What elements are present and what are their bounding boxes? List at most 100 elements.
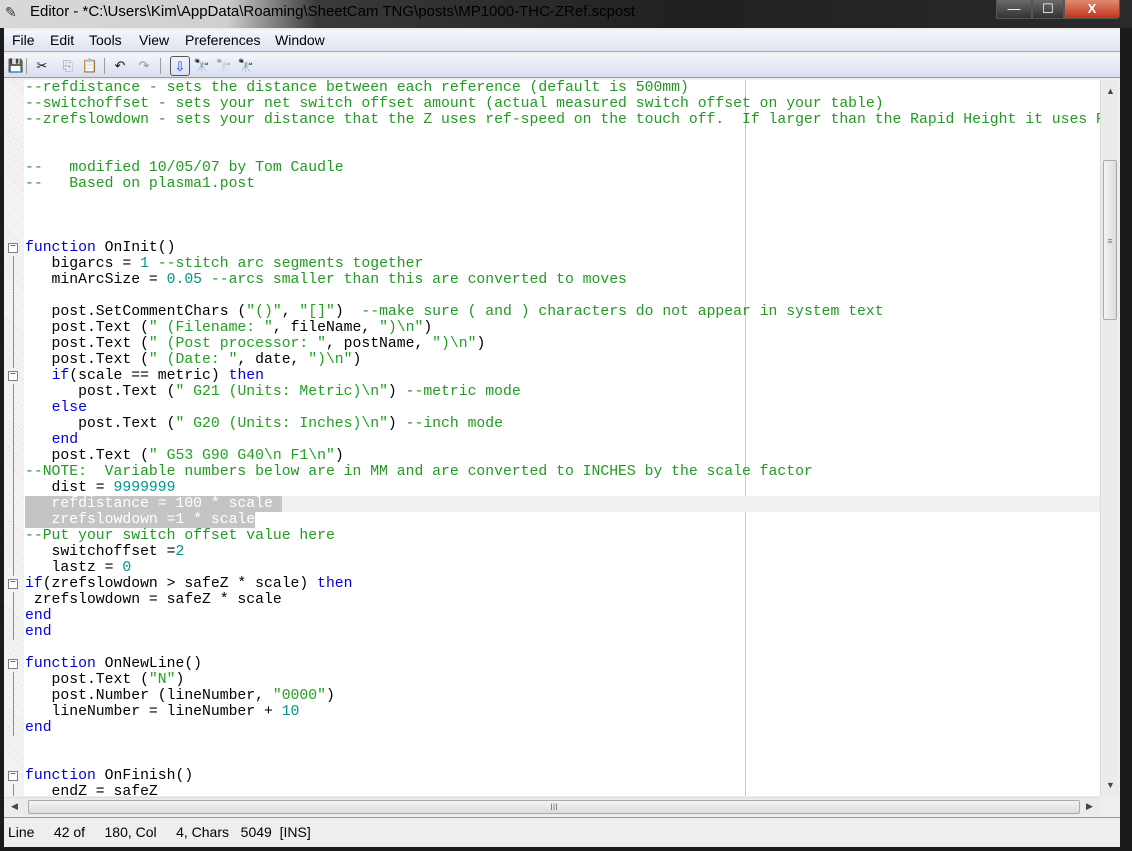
code-line[interactable]: end	[13, 608, 1100, 624]
code-line[interactable]: --refdistance - sets the distance betwee…	[25, 80, 1100, 96]
code-line[interactable]	[13, 288, 1100, 304]
code-lines: --refdistance - sets the distance betwee…	[8, 80, 1100, 796]
code-line[interactable]: lastz = 0	[13, 560, 1100, 576]
menu-tools[interactable]: Tools	[89, 32, 122, 48]
close-button[interactable]: X	[1064, 0, 1120, 19]
title-bar: ✎ Editor - *C:\Users\Kim\AppData\Roaming…	[0, 0, 1132, 28]
code-line[interactable]: minArcSize = 0.05 --arcs smaller than th…	[13, 272, 1100, 288]
menu-file[interactable]: File	[12, 32, 35, 48]
code-line[interactable]: post.SetCommentChars ("()", "[]") --make…	[13, 304, 1100, 320]
code-line[interactable]: − if(zrefslowdown > safeZ * scale) then	[8, 576, 1100, 592]
code-line[interactable]: end	[13, 624, 1100, 640]
find-next-icon[interactable]: 🔭	[214, 56, 234, 76]
code-token: )	[387, 384, 406, 400]
vertical-scrollbar[interactable]: ▲ ≡ ▼	[1100, 80, 1118, 796]
redo-icon[interactable]: ↷	[134, 56, 154, 76]
code-line[interactable]: post.Text (" G21 (Units: Metric)\n") --m…	[13, 384, 1100, 400]
code-line[interactable]: else	[13, 400, 1100, 416]
code-line[interactable]: dist = 9999999	[13, 480, 1100, 496]
code-line[interactable]: post.Text (" G20 (Units: Inches)\n") --i…	[13, 416, 1100, 432]
scroll-up-icon[interactable]: ▲	[1106, 86, 1115, 96]
code-line[interactable]	[25, 752, 1100, 768]
copy-icon[interactable]: ⎘	[58, 56, 78, 76]
code-line[interactable]	[25, 128, 1100, 144]
code-line[interactable]: refdistance = 100 * scale	[13, 496, 1100, 512]
find-icon[interactable]: 🔭	[192, 56, 212, 76]
code-line[interactable]: --zrefslowdown - sets your distance that…	[25, 112, 1100, 128]
code-line[interactable]: post.Text (" (Post processor: ", postNam…	[13, 336, 1100, 352]
code-token: post.Text (	[25, 336, 149, 352]
code-token: post.Text (	[25, 416, 176, 432]
find-down-icon[interactable]: ⇩	[170, 56, 190, 76]
code-line[interactable]: endZ = safeZ	[13, 784, 1100, 796]
vertical-scroll-thumb[interactable]: ≡	[1103, 160, 1117, 320]
code-line[interactable]: -- modified 10/05/07 by Tom Caudle	[25, 160, 1100, 176]
undo-icon[interactable]: ↶	[110, 56, 130, 76]
fold-toggle-icon[interactable]: −	[8, 579, 18, 589]
fold-line	[13, 432, 14, 448]
code-line[interactable]	[25, 144, 1100, 160]
save-icon[interactable]: 💾	[6, 56, 26, 76]
code-line[interactable]: post.Text (" G53 G90 G40\n F1\n")	[13, 448, 1100, 464]
number-token: 0.05	[166, 272, 203, 288]
code-line[interactable]: --Put your switch offset value here	[13, 528, 1100, 544]
fold-line	[13, 464, 14, 480]
code-line[interactable]: post.Number (lineNumber, "0000")	[13, 688, 1100, 704]
code-line[interactable]: --switchoffset - sets your net switch of…	[25, 96, 1100, 112]
comment-token: --inch mode	[405, 416, 503, 432]
horizontal-scrollbar[interactable]: ◀ III ▶	[4, 797, 1100, 815]
menu-view[interactable]: View	[139, 32, 169, 48]
string-token: " G20 (Units: Inches)\n"	[175, 416, 388, 432]
code-line[interactable]: end	[13, 432, 1100, 448]
menu-edit[interactable]: Edit	[50, 32, 74, 48]
code-token: zrefslowdown = safeZ * scale	[25, 592, 282, 608]
menu-window[interactable]: Window	[275, 32, 325, 48]
comment-token: -- Based on plasma1.post	[25, 176, 256, 192]
code-token: (scale == metric)	[69, 368, 229, 384]
minimize-button[interactable]: —	[996, 0, 1032, 19]
number-token: 1	[140, 256, 149, 272]
code-line[interactable]	[25, 208, 1100, 224]
code-line[interactable]	[25, 192, 1100, 208]
code-token: )	[334, 448, 344, 464]
code-line[interactable]: − if(scale == metric) then	[8, 368, 1100, 384]
fold-toggle-icon[interactable]: −	[8, 771, 18, 781]
fold-line	[13, 624, 14, 640]
fold-toggle-icon[interactable]: −	[8, 371, 18, 381]
fold-line	[13, 688, 14, 704]
code-token: switchoffset =	[25, 544, 176, 560]
fold-toggle-icon[interactable]: −	[8, 659, 18, 669]
code-line[interactable]: − function OnNewLine()	[8, 656, 1100, 672]
code-line[interactable]: -- Based on plasma1.post	[25, 176, 1100, 192]
scroll-left-icon[interactable]: ◀	[11, 801, 18, 812]
maximize-button[interactable]: ☐	[1032, 0, 1064, 19]
code-line[interactable]: zrefslowdown = safeZ * scale	[13, 592, 1100, 608]
cut-icon[interactable]: ✂	[32, 56, 52, 76]
code-editor[interactable]: --refdistance - sets the distance betwee…	[4, 80, 1100, 796]
horizontal-scroll-thumb[interactable]: III	[28, 800, 1080, 814]
code-line[interactable]: post.Text ("N")	[13, 672, 1100, 688]
code-line[interactable]: bigarcs = 1 --stitch arc segments togeth…	[13, 256, 1100, 272]
menu-preferences[interactable]: Preferences	[185, 32, 260, 48]
fold-line	[13, 512, 14, 528]
paste-icon[interactable]: 📋	[80, 56, 100, 76]
code-line[interactable]: − function OnFinish()	[8, 768, 1100, 784]
replace-icon[interactable]: 🔭	[236, 56, 256, 76]
scroll-right-icon[interactable]: ▶	[1086, 801, 1093, 812]
code-line[interactable]: lineNumber = lineNumber + 10	[13, 704, 1100, 720]
code-line[interactable]	[25, 224, 1100, 240]
fold-toggle-icon[interactable]: −	[8, 243, 18, 253]
code-line[interactable]: post.Text (" (Date: ", date, ")\n")	[13, 352, 1100, 368]
code-token: minArcSize =	[25, 272, 167, 288]
code-line[interactable]: --NOTE: Variable numbers below are in MM…	[13, 464, 1100, 480]
code-line[interactable]	[25, 736, 1100, 752]
code-line[interactable]: switchoffset =2	[13, 544, 1100, 560]
code-line[interactable]	[25, 640, 1100, 656]
comment-token: --stitch arc segments together	[148, 256, 424, 272]
code-line[interactable]: end	[13, 720, 1100, 736]
code-line[interactable]: − function OnInit()	[8, 240, 1100, 256]
code-line[interactable]: post.Text (" (Filename: ", fileName, ")\…	[13, 320, 1100, 336]
scroll-down-icon[interactable]: ▼	[1106, 780, 1115, 790]
code-line[interactable]: zrefslowdown =1 * scale	[13, 512, 1100, 528]
fold-gutter[interactable]	[4, 80, 24, 796]
